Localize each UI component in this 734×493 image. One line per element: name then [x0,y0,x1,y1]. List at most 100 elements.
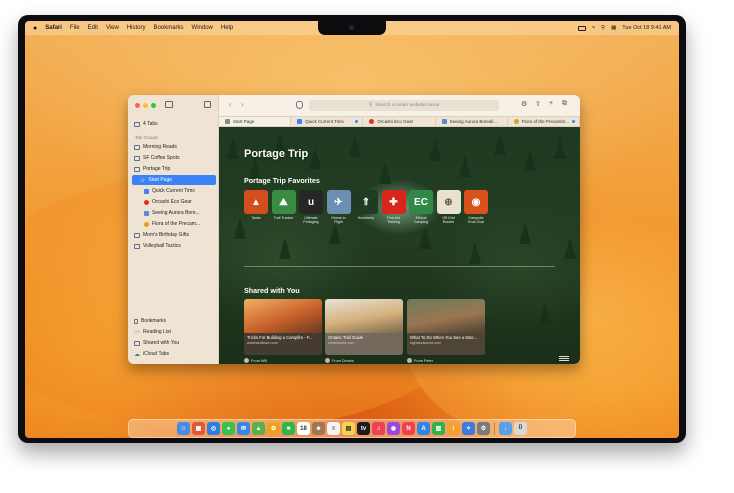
favorite-item[interactable]: ⛰ Trail Tracker [271,190,296,220]
sidebar-item-orcashi-eco-gear[interactable]: Orcashi Eco Gear [134,197,214,207]
favorite-item[interactable]: ◉ Campsite Grub Club [464,190,488,224]
sidebar-item-shared-with-you[interactable]: Shared with You [134,338,214,348]
music-icon[interactable]: ♫ [372,422,385,435]
mail-icon[interactable]: ✉ [237,422,250,435]
xcode-icon[interactable]: ✧ [462,422,475,435]
contacts-icon[interactable]: ☻ [312,422,325,435]
notes-icon[interactable]: ▤ [342,422,355,435]
numbers-icon[interactable]: ▥ [432,422,445,435]
favorites-heading: Portage Trip Favorites [244,176,320,185]
sidebar-item-label: Quick Current Tims [152,188,195,194]
wifi-icon[interactable]: ≈ [592,25,595,31]
apple-menu-icon[interactable]: ● [33,25,37,32]
menu-file[interactable]: File [70,25,80,31]
favicon-icon [441,119,447,124]
sidebar-item-volleyball-tactics[interactable]: Volleyball Tactics [134,241,214,251]
sidebar-item-label: Volleyball Tactics [143,243,181,249]
sidebar-item-flora-precambrian[interactable]: Flora of the Precam... [134,219,214,229]
photos-icon[interactable]: ✿ [267,422,280,435]
minimize-button[interactable] [143,103,148,108]
podcasts-icon[interactable]: ◉ [387,422,400,435]
tab-label: Orcashi Eco Gear [377,119,414,124]
shared-card[interactable]: Ontario Trail Guide ontariotrails.com [325,299,403,355]
favorite-item[interactable]: u Ultimate Portaging [299,190,323,224]
settings-icon[interactable]: ⚙ [477,422,490,435]
finder-icon[interactable]: ☺ [177,422,190,435]
favorite-item[interactable]: ✈ Geese in Flight [326,190,351,225]
app-menu[interactable]: Safari [45,25,62,31]
favorite-item[interactable]: ▲ Tanke [244,190,268,220]
favorite-item[interactable]: ⇑ Huckberry [354,190,378,220]
back-button[interactable]: ‹ [229,100,232,109]
share-icon[interactable]: ⇧ [535,100,541,108]
battery-icon[interactable] [578,25,587,31]
calendar-icon[interactable]: 18 [297,422,310,435]
customize-start-page-icon[interactable] [559,355,569,362]
tree-shape [554,137,566,159]
menu-window[interactable]: Window [192,25,213,31]
shared-card[interactable]: What To Do When You See a Moo... sightan… [407,299,485,355]
sidebar-item-seeing-aurora[interactable]: Seeing Aurora Bore... [134,208,214,218]
shared-card[interactable]: Tricks For Building a Campfire - F... wa… [244,299,322,355]
menu-bookmarks[interactable]: Bookmarks [154,25,184,31]
menu-help[interactable]: Help [221,25,233,31]
favicon-icon [144,188,149,194]
sidebar-toggle-icon[interactable] [165,101,173,108]
tv-icon[interactable]: tv [357,422,370,435]
trash-icon[interactable]: ⌷ [514,422,527,435]
favorite-label: Campsite Grub Club [467,216,485,225]
bookmark-icon [134,318,138,324]
favorite-label: Geese in Flight [331,216,346,225]
sidebar-item-icloud-tabs[interactable]: ☁ iCloud Tabs [134,349,214,359]
tab-overview-icon[interactable]: ⧉ [562,100,567,108]
sidebar-item-moms-birthday-gifts[interactable]: Mom's Birthday Gifts [134,230,214,240]
tab-overview-icon[interactable] [204,101,211,108]
window-controls [135,103,156,108]
favorite-item[interactable]: ⊕ Off Grid Routes [436,190,461,224]
launchpad-icon[interactable]: ▦ [192,422,205,435]
favorite-icon: ⇑ [354,190,378,214]
tab-start-page[interactable]: Start Page [219,117,292,126]
safari-icon[interactable]: ◎ [207,422,220,435]
messages-icon[interactable]: ● [222,422,235,435]
sidebar-item-portage-trip[interactable]: Portage Trip [134,164,214,174]
sidebar-item-bookmarks[interactable]: Bookmarks [134,316,214,326]
favorite-item[interactable]: EC Ethical Camping [409,190,433,224]
tab-orcashi-eco-gear[interactable]: Orcashi Eco Gear [363,117,436,126]
favorite-item[interactable]: ✚ First Aid Training [381,190,406,224]
tab-label: Flora of the Precambr... [521,119,569,124]
downloads-folder-icon[interactable]: ↓ [499,422,512,435]
new-tab-icon[interactable]: + [549,100,553,107]
avatar [407,358,412,363]
card-source: ontariotrails.com [328,341,355,345]
facetime-icon[interactable]: ■ [282,422,295,435]
menu-history[interactable]: History [127,25,146,31]
shared-with-you-heading: Shared with You [244,286,300,295]
address-bar[interactable]: ⚲ Search or enter website name [309,100,499,111]
sidebar-item-quick-current-tims[interactable]: Quick Current Tims [134,186,214,196]
sidebar-item-sf-coffee-spots[interactable]: SF Coffee Spots [134,153,214,163]
sidebar-item-morning-reads[interactable]: Morning Reads [134,142,214,152]
tab-flora-precambrian[interactable]: Flora of the Precambr... [508,117,580,126]
forward-button[interactable]: › [241,100,244,109]
reminders-icon[interactable]: ≡ [327,422,340,435]
appstore-icon[interactable]: A [417,422,430,435]
pages-icon[interactable]: / [447,422,460,435]
privacy-shield-icon[interactable] [296,101,303,109]
maps-icon[interactable]: ▲ [252,422,265,435]
menubar-clock[interactable]: Tue Oct 18 9:41 AM [622,25,671,31]
news-icon[interactable]: N [402,422,415,435]
share-extension-icon[interactable]: ⚙ [521,100,527,108]
menu-edit[interactable]: Edit [88,25,98,31]
sidebar-item-reading-list[interactable]: ○○ Reading List [134,327,214,337]
control-center-icon[interactable]: ▦ [611,25,616,31]
menu-view[interactable]: View [106,25,119,31]
tab-seeing-aurora[interactable]: Seeing Aurora Boreali... [436,117,508,126]
zoom-button[interactable] [151,103,156,108]
tab-label: Seeing Aurora Boreali... [449,119,498,124]
close-button[interactable] [135,103,140,108]
sidebar-item-start-page[interactable]: ☆ Start Page [132,175,216,185]
spotlight-icon[interactable]: ⚲ [601,25,605,31]
sidebar-item-tabs[interactable]: 4 Tabs [134,119,214,129]
tab-quick-current-tims[interactable]: Quick Current Tims [291,117,364,126]
